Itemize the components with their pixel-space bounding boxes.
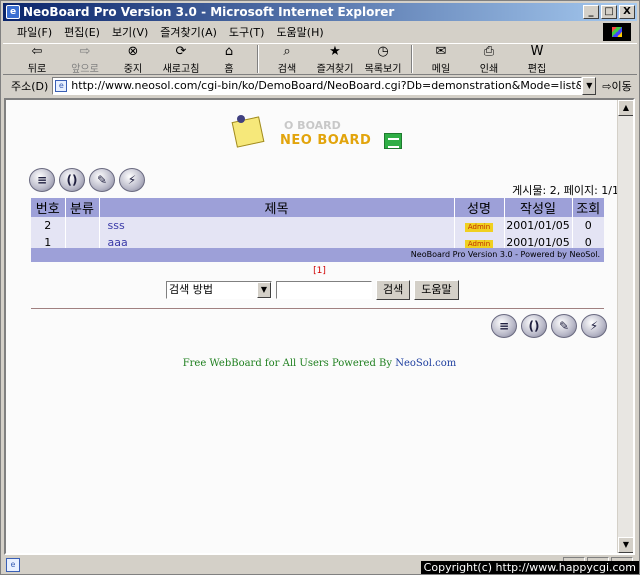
list-button[interactable]: ≡: [29, 168, 55, 192]
address-dropdown-button[interactable]: ▼: [582, 77, 597, 95]
history-button[interactable]: ◷ 목록보기: [359, 44, 407, 75]
copyright-watermark: Copyright(c) http://www.happycgi.com: [420, 561, 639, 574]
search-method-select[interactable]: 검색 방법 ▼: [166, 281, 272, 299]
page-icon: e: [55, 80, 68, 92]
row-category: [65, 217, 100, 234]
list-icon: [384, 133, 402, 149]
write-pen-icon[interactable]: ✎: [89, 168, 115, 192]
browser-window: e NeoBoard Pro Version 3.0 - Microsoft I…: [0, 0, 640, 575]
row-title-link[interactable]: sss: [99, 217, 455, 234]
menu-view[interactable]: 보기(V): [106, 24, 154, 40]
post-stats: 게시물: 2, 페이지: 1/1: [512, 184, 619, 197]
menu-bar: 파일(F) 편집(E) 보기(V) 즐겨찾기(A) 도구(T) 도움말(H): [3, 22, 637, 42]
logo-bg-text: O BOARD: [284, 119, 341, 132]
powered-by: Free WebBoard for All Users Powered By N…: [182, 358, 457, 369]
menu-tools[interactable]: 도구(T): [223, 24, 271, 40]
search-submit-button[interactable]: 검색: [376, 280, 411, 300]
refresh-board-button[interactable]: (): [59, 168, 85, 192]
admin-badge[interactable]: Admin: [464, 223, 494, 232]
col-views: 조회: [572, 198, 604, 217]
windows-logo-icon: [603, 23, 631, 41]
toolbar: ⇦ 뒤로 ⇨ 앞으로 ⊗ 중지 ⟳ 새로고침 ⌂ 홈 ⌕ 검색 ★ 즐겨찾기 ◷ 목록보기 ✉ 메…: [3, 43, 637, 75]
scroll-down-button[interactable]: ▼: [618, 537, 633, 553]
mail-icon: ✉: [435, 44, 447, 59]
help-button[interactable]: 도움말: [414, 280, 459, 300]
sticky-note-icon: [231, 116, 265, 148]
back-button[interactable]: ⇦ 뒤로: [13, 44, 61, 75]
refresh-icon: ⟳: [175, 44, 187, 59]
neosol-link[interactable]: NeoSol.com: [395, 358, 456, 369]
page-content: O BOARD NEO BOARD ≡ () ✎ ⚡ 게시물: 2, 페이지: …: [4, 98, 635, 555]
board-top-actions: ≡ () ✎ ⚡: [29, 168, 145, 192]
menu-edit[interactable]: 편집(E): [58, 24, 106, 40]
admin-lightning-icon[interactable]: ⚡: [581, 314, 607, 338]
back-arrow-icon: ⇦: [31, 44, 43, 59]
col-title: 제목: [99, 198, 455, 217]
address-input[interactable]: e http://www.neosol.com/cgi-bin/ko/DemoB…: [52, 77, 583, 95]
menu-favorites[interactable]: 즐겨찾기(A): [154, 24, 223, 40]
board-credit-bar: NeoBoard Pro Version 3.0 - Powered by Ne…: [31, 248, 604, 262]
board-table: 번호 분류 제목 성명 작성일 조회 2 sss Admin 2001/01/0…: [31, 198, 604, 251]
edit-button[interactable]: W 편집: [513, 44, 561, 75]
pin-icon: [237, 115, 245, 123]
pager-link[interactable]: [1]: [6, 266, 633, 276]
stop-icon: ⊗: [127, 44, 139, 59]
print-button[interactable]: ⎙ 인쇄: [465, 44, 513, 75]
refresh-button[interactable]: ⟳ 새로고침: [157, 44, 205, 75]
forward-button[interactable]: ⇨ 앞으로: [61, 44, 109, 75]
search-form: 검색 방법 ▼ 검색 도움말: [166, 280, 459, 300]
menu-help[interactable]: 도움말(H): [270, 24, 329, 40]
close-button[interactable]: X: [619, 5, 635, 19]
row-name: Admin: [454, 217, 505, 234]
chevron-down-icon: ▼: [257, 282, 271, 298]
page-status-icon: e: [6, 558, 20, 572]
home-button[interactable]: ⌂ 홈: [205, 44, 253, 75]
list-button[interactable]: ≡: [491, 314, 517, 338]
favorites-button[interactable]: ★ 즐겨찾기: [311, 44, 359, 75]
neoboard-logo: O BOARD NEO BOARD: [231, 115, 410, 155]
search-button[interactable]: ⌕ 검색: [263, 44, 311, 75]
search-icon: ⌕: [283, 44, 291, 59]
favorites-folder-icon: ★: [329, 44, 341, 59]
printer-icon: ⎙: [483, 44, 495, 59]
word-edit-icon: W: [530, 44, 544, 59]
col-category: 분류: [65, 198, 100, 217]
row-number: 2: [31, 217, 66, 234]
home-icon: ⌂: [224, 44, 234, 59]
scroll-up-button[interactable]: ▲: [618, 100, 633, 116]
forward-arrow-icon: ⇨: [79, 44, 91, 59]
toolbar-separator: [411, 45, 413, 73]
stop-button[interactable]: ⊗ 중지: [109, 44, 157, 75]
divider: [31, 308, 604, 309]
ie-icon: e: [6, 5, 20, 19]
toolbar-separator: [257, 45, 259, 73]
window-title: NeoBoard Pro Version 3.0 - Microsoft Int…: [23, 5, 395, 19]
mail-button[interactable]: ✉ 메일: [417, 44, 465, 75]
history-icon: ◷: [377, 44, 389, 59]
go-button[interactable]: ⇨이동: [596, 78, 631, 94]
write-pen-icon[interactable]: ✎: [551, 314, 577, 338]
menu-file[interactable]: 파일(F): [11, 24, 58, 40]
vertical-scrollbar[interactable]: ▲ ▼: [617, 100, 633, 553]
col-date: 작성일: [504, 198, 573, 217]
row-date: 2001/01/05: [504, 217, 573, 234]
address-label: 주소(D): [11, 80, 49, 93]
refresh-board-button[interactable]: (): [521, 314, 547, 338]
search-input[interactable]: [276, 281, 372, 299]
row-views: 0: [584, 219, 592, 232]
col-number: 번호: [31, 198, 66, 217]
minimize-button[interactable]: _: [583, 5, 599, 19]
logo-text: NEO BOARD: [280, 133, 372, 148]
maximize-button[interactable]: □: [601, 5, 617, 19]
title-bar[interactable]: e NeoBoard Pro Version 3.0 - Microsoft I…: [3, 3, 637, 21]
board-bottom-actions: ≡ () ✎ ⚡: [491, 314, 607, 338]
address-bar: 주소(D) e http://www.neosol.com/cgi-bin/ko…: [3, 76, 637, 96]
table-row: 2 sss Admin 2001/01/05 0: [31, 217, 604, 234]
address-url: http://www.neosol.com/cgi-bin/ko/DemoBoa…: [71, 79, 581, 92]
admin-lightning-icon[interactable]: ⚡: [119, 168, 145, 192]
col-name: 성명: [454, 198, 505, 217]
